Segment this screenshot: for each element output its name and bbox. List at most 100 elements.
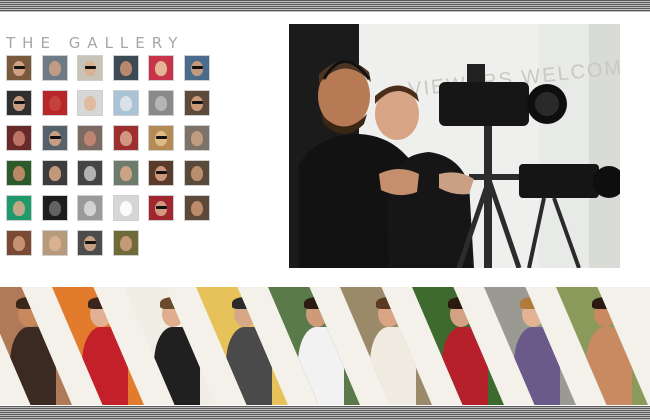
gallery-thumbnail[interactable] — [77, 125, 103, 151]
thumbnail-face — [13, 166, 25, 181]
gallery-thumbnail[interactable] — [41, 90, 68, 116]
strip-figure-body — [10, 327, 56, 405]
thumbnail-face — [119, 61, 132, 76]
strip-photo-panel[interactable] — [340, 287, 432, 405]
gallery-thumbnail[interactable] — [77, 160, 103, 186]
gallery-thumbnail[interactable] — [183, 125, 210, 151]
thumbnail-face — [13, 131, 25, 146]
strip-photo-panel[interactable] — [196, 287, 288, 405]
gallery-title: THE GALLERY — [6, 34, 185, 52]
gallery-thumbnail[interactable] — [183, 90, 210, 116]
gallery-thumbnail[interactable] — [41, 230, 68, 256]
gallery-thumbnail[interactable] — [41, 195, 68, 221]
film-crew-scene: VIEWERS WELCOME — [289, 24, 620, 268]
gallery-thumbnail[interactable] — [41, 160, 68, 186]
gallery-thumbnail[interactable] — [6, 195, 32, 221]
thumbnail-sunglasses — [191, 66, 203, 69]
strip-figure-hair — [232, 297, 258, 309]
thumbnail-sunglasses — [85, 66, 96, 69]
gallery-thumbnail[interactable] — [41, 55, 68, 81]
gallery-thumbnail[interactable] — [77, 55, 103, 81]
thumbnail-face — [119, 96, 132, 111]
gallery-thumbnail[interactable] — [112, 125, 139, 151]
bottom-stripe-border — [0, 406, 650, 420]
thumbnail-face — [190, 201, 203, 216]
thumbnail-face — [48, 96, 61, 111]
gallery-thumbnail[interactable] — [6, 55, 32, 81]
strip-figure-body — [370, 327, 416, 405]
strip-figure-hair — [448, 297, 474, 309]
featured-photo[interactable]: VIEWERS WELCOME — [289, 24, 620, 268]
gallery-thumbnail[interactable] — [77, 195, 103, 221]
thumbnail-face — [13, 236, 25, 251]
thumbnail-sunglasses — [191, 101, 203, 104]
strip-figure-body — [586, 327, 632, 405]
thumbnail-sunglasses — [156, 136, 167, 139]
thumbnail-sunglasses — [156, 171, 167, 174]
thumbnail-sunglasses — [156, 206, 167, 209]
gallery-thumbnail[interactable] — [148, 195, 174, 221]
strip-figure-body — [442, 327, 488, 405]
thumbnail-face — [84, 166, 96, 181]
strip-photo-panel[interactable] — [268, 287, 360, 405]
thumbnail-sunglasses — [14, 101, 25, 104]
gallery-thumbnail[interactable] — [41, 125, 68, 151]
thumbnail-face — [119, 236, 132, 251]
strip-photo-panel[interactable] — [52, 287, 144, 405]
thumbnail-sunglasses — [85, 241, 96, 244]
gallery-thumbnail[interactable] — [112, 230, 139, 256]
strip-figure-hair — [376, 297, 402, 309]
strip-figure-body — [514, 327, 560, 405]
strip-figure-hair — [88, 297, 114, 309]
thumbnail-sunglasses — [14, 66, 25, 69]
strip-figure-hair — [160, 297, 186, 309]
strip-figure-hair — [592, 297, 618, 309]
thumbnail-face — [119, 166, 132, 181]
strip-figure-body — [298, 327, 344, 405]
gallery-thumbnail[interactable] — [77, 230, 103, 256]
strip-photo-panel[interactable] — [484, 287, 576, 405]
strip-figure-body — [226, 327, 272, 405]
strip-photo-panel[interactable] — [556, 287, 648, 405]
gallery-thumbnail[interactable] — [6, 230, 32, 256]
gallery-thumbnail[interactable] — [183, 55, 210, 81]
strip-photo-panel[interactable] — [124, 287, 216, 405]
gallery-thumbnail[interactable] — [112, 55, 139, 81]
thumbnail-face — [48, 236, 61, 251]
thumbnail-face — [119, 131, 132, 146]
top-stripe-border — [0, 0, 650, 12]
thumbnail-face — [84, 96, 96, 111]
thumbnail-grid — [6, 55, 216, 260]
gallery-thumbnail[interactable] — [6, 125, 32, 151]
thumbnail-face — [155, 96, 167, 111]
strip-figure-hair — [304, 297, 330, 309]
thumbnail-face — [119, 201, 132, 216]
thumbnail-face — [155, 61, 167, 76]
gallery-thumbnail[interactable] — [112, 90, 139, 116]
strip-figure-body — [82, 327, 128, 405]
thumbnail-face — [84, 131, 96, 146]
gallery-thumbnail[interactable] — [148, 125, 174, 151]
gallery-thumbnail[interactable] — [6, 160, 32, 186]
thumbnail-face — [48, 201, 61, 216]
strip-figure-hair — [16, 297, 42, 309]
thumbnail-face — [190, 131, 203, 146]
gallery-thumbnail[interactable] — [183, 195, 210, 221]
photo-strip-banner — [0, 287, 650, 405]
thumbnail-face — [84, 201, 96, 216]
strip-figure-body — [154, 327, 200, 405]
gallery-thumbnail[interactable] — [148, 160, 174, 186]
thumbnail-face — [13, 201, 25, 216]
thumbnail-face — [48, 166, 61, 181]
thumbnail-sunglasses — [49, 136, 61, 139]
strip-photo-panel[interactable] — [412, 287, 504, 405]
gallery-thumbnail[interactable] — [148, 90, 174, 116]
gallery-thumbnail[interactable] — [6, 90, 32, 116]
gallery-thumbnail[interactable] — [77, 90, 103, 116]
strip-figure-hair — [520, 297, 546, 309]
gallery-thumbnail[interactable] — [112, 195, 139, 221]
gallery-thumbnail[interactable] — [148, 55, 174, 81]
gallery-thumbnail[interactable] — [112, 160, 139, 186]
thumbnail-face — [190, 166, 203, 181]
gallery-thumbnail[interactable] — [183, 160, 210, 186]
